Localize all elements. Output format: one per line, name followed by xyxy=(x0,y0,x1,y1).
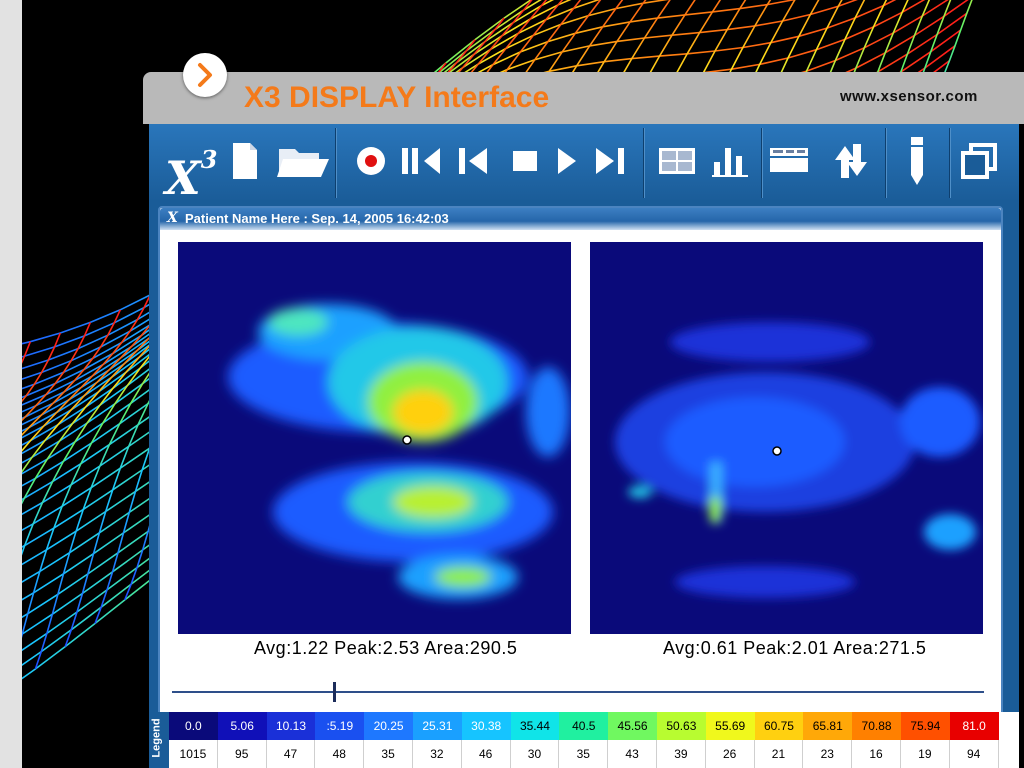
legend-count-cell: 39 xyxy=(656,740,706,768)
data-table-button[interactable] xyxy=(767,134,811,188)
legend-count-cell: 23 xyxy=(803,740,853,768)
legend-value-cell: 50.63 xyxy=(656,712,706,740)
bar-chart-button[interactable] xyxy=(707,134,753,188)
legend-value-cell: 70.88 xyxy=(852,712,901,740)
legend-value-cell: 20.25 xyxy=(364,712,413,740)
legend-value-cell: :5.19 xyxy=(315,712,365,740)
center-of-pressure-marker xyxy=(772,446,782,456)
skip-to-end-button[interactable] xyxy=(591,134,631,188)
right-map-stats: Avg:0.61 Peak:2.01 Area:271.5 xyxy=(663,638,927,658)
open-folder-button[interactable] xyxy=(273,134,333,188)
up-down-arrows-icon xyxy=(835,144,867,178)
site-url: www.xsensor.com xyxy=(840,88,978,105)
play-button[interactable] xyxy=(551,134,583,188)
legend-value-cell: 75.94 xyxy=(900,712,950,740)
legend-count-cell: 30 xyxy=(510,740,560,768)
pressure-map-left[interactable] xyxy=(178,242,571,634)
x3-logo-letter: X xyxy=(165,151,201,205)
legend-count-cell: 43 xyxy=(608,740,657,768)
left-map-stats: Avg:1.22 Peak:2.53 Area:290.5 xyxy=(254,638,518,658)
toolbar-separator xyxy=(761,128,763,198)
play-icon xyxy=(558,148,576,174)
toolbar: X3 xyxy=(149,124,1019,205)
table-icon xyxy=(770,148,808,172)
playback-slider-thumb[interactable] xyxy=(333,682,337,702)
legend-count-cell: 19 xyxy=(900,740,950,768)
legend-value-cell: 45.56 xyxy=(608,712,657,740)
legend-count-cell: 21 xyxy=(754,740,804,768)
legend-values-row: 0.0 5.06 10.13:5.19 20.25 25.31 30.38 35.44 40.… xyxy=(169,712,999,740)
step-back-button[interactable] xyxy=(453,134,493,188)
slide-title: X3 DISPLAY Interface xyxy=(244,81,550,114)
step-back-icon xyxy=(459,148,487,174)
legend-value-cell: 60.75 xyxy=(754,712,804,740)
pen-icon xyxy=(911,137,923,185)
legend-count-cell: 16 xyxy=(852,740,901,768)
x3-logo: X3 xyxy=(165,130,217,208)
legend-value-cell: 10.13 xyxy=(266,712,316,740)
document-icon xyxy=(233,143,257,179)
window-button[interactable] xyxy=(957,134,1001,188)
stop-icon xyxy=(513,151,537,171)
legend-label: Legend xyxy=(150,718,163,758)
record-icon xyxy=(357,147,385,175)
legend-count-cell: 35 xyxy=(364,740,413,768)
legend-count-cell: 46 xyxy=(461,740,511,768)
x3-app-window: X3 X Patient Name Here: Sep. 14, 2005 1… xyxy=(149,124,1019,768)
legend-value-cell: 30.38 xyxy=(461,712,511,740)
grid-stats-button[interactable] xyxy=(655,134,699,188)
new-file-button[interactable] xyxy=(227,134,263,188)
legend-value-cell: 0.0 xyxy=(169,712,218,740)
legend-count-cell: 26 xyxy=(705,740,755,768)
legend-value-cell: 40.5 xyxy=(559,712,609,740)
legend-count-cell: 35 xyxy=(559,740,609,768)
toolbar-separator xyxy=(885,128,887,198)
skip-to-start-button[interactable] xyxy=(399,134,445,188)
window-title-bar[interactable]: X Patient Name Here : Sep. 14, 2005 16:4… xyxy=(160,208,1001,230)
folder-icon xyxy=(277,149,329,177)
toolbar-separator xyxy=(949,128,951,198)
bar-chart-icon xyxy=(712,148,748,177)
record-button[interactable] xyxy=(349,134,393,188)
pressure-legend: Legend 0.0 5.06 10.13:5.19 20.25 25.31 30.38 3… xyxy=(149,712,1019,768)
legend-value-cell: 25.31 xyxy=(412,712,462,740)
legend-value-cell: 35.44 xyxy=(510,712,560,740)
legend-value-cell: 55.69 xyxy=(705,712,755,740)
playback-slider-track[interactable] xyxy=(172,691,984,693)
chevron-right-icon xyxy=(198,63,212,87)
skip-start-icon xyxy=(402,148,440,174)
window-title: Patient Name Here : Sep. 14, 2005 16:42:… xyxy=(185,211,449,226)
sort-button[interactable] xyxy=(825,134,873,188)
legend-count-cell: 94 xyxy=(949,740,999,768)
legend-counts-row: 1015 95 47 48 35 32 46 30 35 43 39 26 21 23 16 19 94 xyxy=(169,740,999,768)
toolbar-separator xyxy=(335,128,337,198)
legend-value-cell: 65.81 xyxy=(803,712,853,740)
legend-count-cell: 1015 xyxy=(169,740,218,768)
side-panel xyxy=(0,0,22,768)
skip-end-icon xyxy=(596,148,624,174)
arrow-badge xyxy=(183,53,227,97)
center-of-pressure-marker xyxy=(402,435,412,445)
pen-button[interactable] xyxy=(897,134,937,188)
grid-icon xyxy=(659,148,695,174)
window-icon xyxy=(961,143,997,179)
pressure-map-right[interactable] xyxy=(590,242,983,634)
legend-count-cell: 47 xyxy=(266,740,316,768)
legend-count-cell: 32 xyxy=(412,740,462,768)
legend-tab[interactable]: Legend xyxy=(149,712,169,768)
x3-logo-superscript: 3 xyxy=(200,145,218,174)
legend-value-cell: 81.0 xyxy=(949,712,999,740)
toolbar-separator xyxy=(643,128,645,198)
stop-button[interactable] xyxy=(507,134,543,188)
legend-count-cell: 48 xyxy=(315,740,365,768)
legend-value-cell: 5.06 xyxy=(217,712,267,740)
legend-count-cell: 95 xyxy=(217,740,267,768)
x3-small-logo: X xyxy=(167,210,178,226)
patient-window: X Patient Name Here : Sep. 14, 2005 16:4… xyxy=(158,206,1003,746)
